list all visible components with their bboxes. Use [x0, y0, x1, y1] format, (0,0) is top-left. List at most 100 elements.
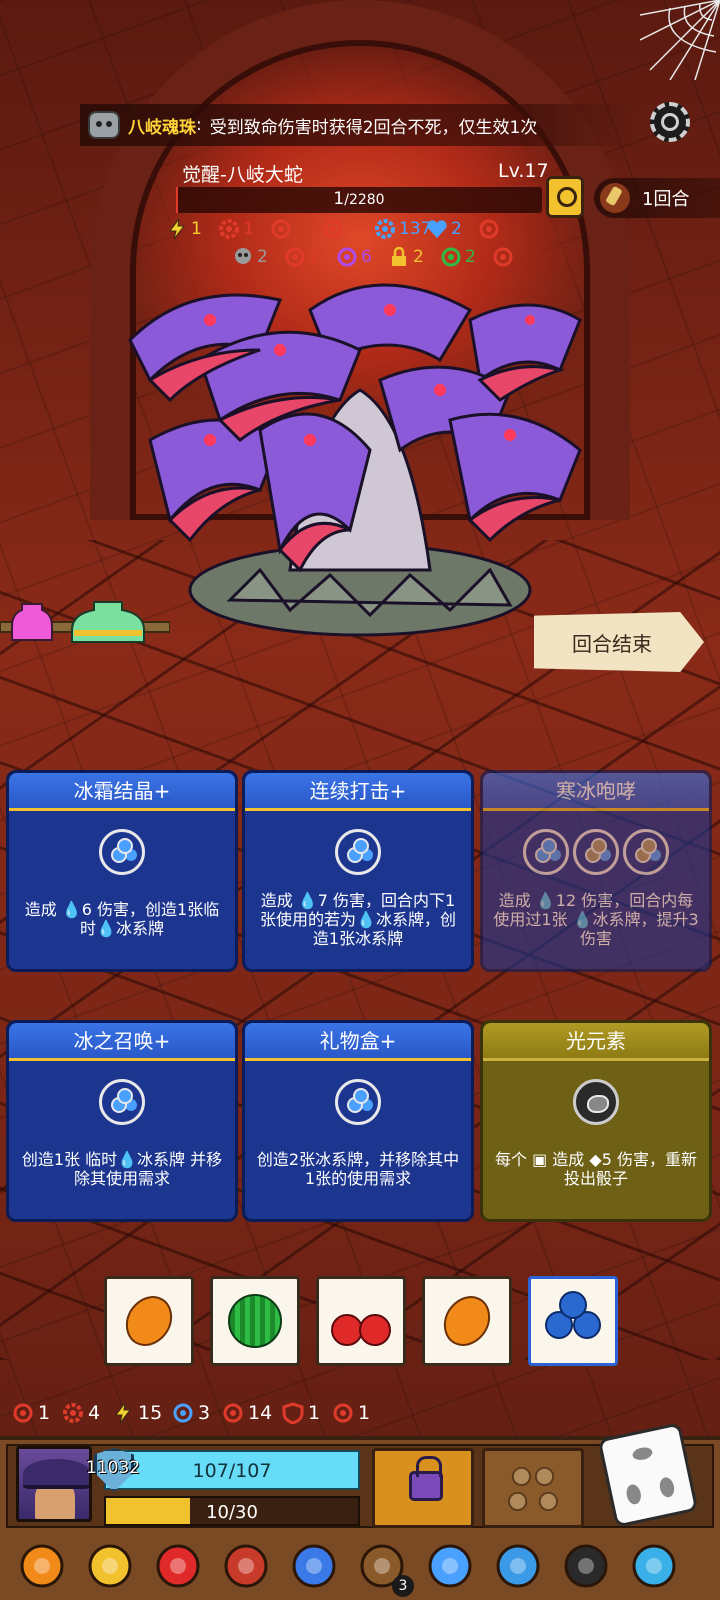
player-status-red-spiral[interactable]: 1 — [12, 1402, 50, 1424]
card-description: 造成 💧7 伤害，回合内下1张使用的若为💧冰系牌，创造1张冰系牌 — [260, 890, 456, 948]
card-title: 冰霜结晶+ — [9, 773, 235, 811]
blueberry-cost-icon — [573, 829, 619, 875]
die-mango[interactable] — [422, 1276, 512, 1366]
red-fist-icon — [333, 1403, 353, 1423]
status-blue-heart[interactable]: 2 — [426, 218, 462, 240]
status-value: 2 — [257, 247, 268, 267]
status-value: 1 — [191, 219, 202, 239]
blue-crystal-icon[interactable] — [628, 1540, 680, 1592]
red-gear-icon — [63, 1403, 83, 1423]
status-blue-gear[interactable]: 137 — [374, 218, 431, 240]
card[interactable]: 礼物盒+ 创造2张冰系牌，并移除其中1张的使用需求 — [242, 1020, 474, 1222]
die-blueberry[interactable] — [528, 1276, 618, 1366]
enemy-hp-bar: 1/2280 — [176, 187, 542, 213]
locked-skill-slot[interactable] — [482, 1448, 584, 1528]
status-red-spiral[interactable] — [322, 218, 347, 240]
red-cross-icon — [285, 247, 305, 267]
status-red-fire[interactable] — [492, 246, 517, 268]
red-fire-icon — [493, 247, 513, 267]
status-value: 2 — [465, 247, 476, 267]
card-cost — [483, 1079, 709, 1125]
card[interactable]: 寒冰咆哮 造成 💧12 伤害，回合内每使用过1张 💧冰系牌，提升3伤害 — [480, 770, 712, 972]
blue-mushroom-icon[interactable] — [288, 1540, 340, 1592]
status-value: 2 — [413, 247, 424, 267]
status-red-drop[interactable] — [478, 218, 503, 240]
player-status-lightning[interactable]: 15 — [112, 1402, 162, 1424]
green-swirl-icon — [441, 247, 461, 267]
red-drop-icon — [479, 219, 499, 239]
card-title: 冰之召唤+ — [9, 1023, 235, 1061]
status-value: 1 — [38, 1402, 51, 1424]
card-title: 寒冰咆哮 — [483, 773, 709, 811]
blue-swirl-icon — [173, 1403, 193, 1423]
skull-icon — [235, 248, 251, 264]
ice-shovel-icon[interactable] — [492, 1540, 544, 1592]
relic-separator: : — [196, 115, 202, 135]
die-cherry[interactable] — [316, 1276, 406, 1366]
status-value: 6 — [361, 247, 372, 267]
enemy-hp-text: 1/2280 — [176, 189, 542, 209]
settings-gear-icon[interactable] — [650, 102, 690, 142]
spiked-bracelet-icon[interactable] — [220, 1540, 272, 1592]
turn-counter: 1回合 — [594, 178, 720, 218]
rainbow-potion-slot[interactable] — [74, 592, 148, 640]
status-value: 1 — [243, 219, 254, 239]
lock-skill-button[interactable] — [372, 1448, 474, 1528]
status-purple-splat[interactable]: 6 — [336, 246, 372, 268]
status-lightning[interactable]: 1 — [166, 218, 202, 240]
card[interactable]: 光元素 每个 ▣ 造成 ◆5 伤害，重新投出骰子 — [480, 1020, 712, 1222]
status-value: 3 — [198, 1402, 211, 1424]
player-energy-text: 10/30 — [206, 1502, 258, 1523]
die-watermelon[interactable] — [210, 1276, 300, 1366]
hippo-relic-icon — [88, 111, 120, 139]
card-description: 造成 💧6 伤害，创造1张临时💧冰系牌 — [24, 900, 220, 938]
orange-ring-icon[interactable] — [16, 1540, 68, 1592]
relic-effect-banner: 八岐魂珠: 受到致命伤害时获得2回合不死，仅生效1次 — [80, 104, 640, 146]
card[interactable]: 冰霜结晶+ 造成 💧6 伤害，创造1张临时💧冰系牌 — [6, 770, 238, 972]
lightning-icon — [169, 218, 186, 240]
card-cost — [9, 829, 235, 875]
status-value: 14 — [248, 1402, 273, 1424]
status-red-burst[interactable]: 1 — [218, 218, 254, 240]
status-green-swirl[interactable]: 2 — [440, 246, 476, 268]
end-turn-button[interactable]: 回合结束 — [534, 612, 704, 672]
magic-hat-icon[interactable] — [560, 1540, 612, 1592]
status-value: 1 — [358, 1402, 371, 1424]
eight-headed-serpent-boss[interactable] — [110, 270, 610, 640]
enemy-intent-button[interactable] — [546, 176, 584, 218]
purple-lock-icon — [409, 1456, 443, 1501]
die-mango[interactable] — [104, 1276, 194, 1366]
player-energy-bar: 10/30 — [104, 1496, 360, 1526]
status-value: 1 — [308, 1402, 321, 1424]
player-status-red-fist[interactable]: 1 — [332, 1402, 370, 1424]
stone-cost-icon — [573, 1079, 619, 1125]
player-status-red-gear[interactable]: 4 — [62, 1402, 100, 1424]
card[interactable]: 连续打击+ 造成 💧7 伤害，回合内下1张使用的若为💧冰系牌，创造1张冰系牌 — [242, 770, 474, 972]
red-target-icon — [223, 1403, 243, 1423]
player-status-blue-swirl[interactable]: 3 — [172, 1402, 210, 1424]
blueberry-icon — [541, 1291, 605, 1351]
relic-name: 八岐魂珠 — [128, 117, 196, 138]
cherry-icon — [331, 1296, 391, 1346]
scroll-icon — [600, 183, 630, 213]
enemy-hp-max: /2280 — [344, 192, 385, 208]
player-status-red-target[interactable]: 14 — [222, 1402, 272, 1424]
card-cost — [9, 1079, 235, 1125]
card[interactable]: 冰之召唤+ 创造1张 临时💧冰系牌 并移除其使用需求 — [6, 1020, 238, 1222]
status-value: 2 — [451, 219, 462, 239]
status-red-flame[interactable] — [270, 218, 295, 240]
gold-crown-icon[interactable] — [84, 1540, 136, 1592]
pink-potion-slot[interactable] — [12, 594, 56, 640]
ice-cube-icon[interactable] — [424, 1540, 476, 1592]
status-gold-lock[interactable]: 2 — [388, 246, 424, 268]
blueberry-cost-icon — [623, 829, 669, 875]
player-status-red-shield[interactable]: 1 — [282, 1402, 320, 1424]
red-burst-icon — [219, 219, 239, 239]
status-skull[interactable]: 2 — [232, 246, 268, 268]
cracked-orbs-icon — [508, 1466, 558, 1512]
red-gem-icon[interactable] — [152, 1540, 204, 1592]
red-flame-icon — [271, 219, 291, 239]
player-avatar[interactable] — [16, 1446, 92, 1522]
roll-dice-button[interactable] — [597, 1422, 699, 1528]
status-red-cross[interactable]: 2 — [284, 246, 320, 268]
